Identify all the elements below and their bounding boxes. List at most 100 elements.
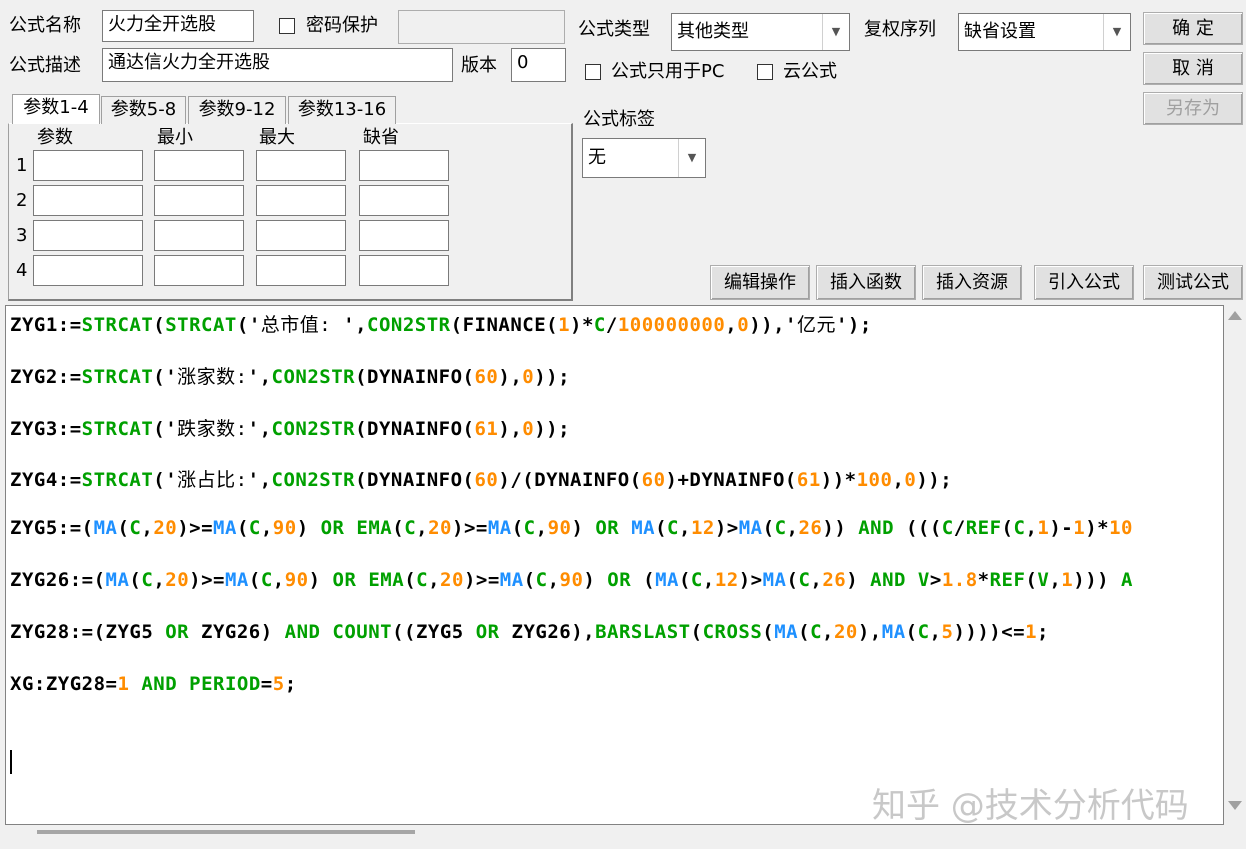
- code-token: (: [798, 620, 811, 643]
- tab-params-13-16[interactable]: 参数13-16: [288, 96, 396, 124]
- param-name-input[interactable]: [33, 255, 143, 286]
- code-token: 20: [153, 517, 178, 540]
- code-token: ,: [272, 569, 285, 591]
- tab-params-1-4[interactable]: 参数1-4: [12, 94, 100, 124]
- code-token: 1: [1061, 569, 1074, 591]
- rights-select[interactable]: 缺省设置 ▼: [958, 13, 1131, 51]
- code-token: ZYG3:=: [10, 417, 82, 440]
- code-token: 90: [284, 569, 309, 591]
- code-token: (': [153, 469, 178, 492]
- code-token: ),: [498, 365, 523, 388]
- version-input[interactable]: 0: [511, 48, 566, 82]
- code-token: ',: [343, 314, 368, 336]
- code-token: (': [153, 365, 178, 388]
- param-default-input[interactable]: [359, 185, 449, 216]
- formula-name-label: 公式名称: [9, 15, 81, 36]
- import-formula-button[interactable]: 引入公式: [1034, 265, 1134, 300]
- code-token: ZYG2:=: [10, 365, 82, 388]
- chevron-down-icon[interactable]: ▼: [822, 14, 849, 50]
- edit-ops-button[interactable]: 编辑操作: [710, 265, 810, 300]
- code-token: C: [523, 517, 536, 540]
- code-token: ZYG26),: [499, 620, 596, 643]
- param-max-input[interactable]: [256, 220, 346, 251]
- test-formula-button[interactable]: 测试公式: [1143, 265, 1243, 300]
- code-token: C: [798, 569, 811, 591]
- param-default-input[interactable]: [359, 150, 449, 181]
- save-as-button[interactable]: 另存为: [1143, 92, 1243, 125]
- code-token: 1: [558, 314, 571, 336]
- cancel-button[interactable]: 取 消: [1143, 52, 1243, 85]
- code-token: )>=: [463, 569, 500, 591]
- code-token: )+DYNAINFO(: [665, 469, 797, 492]
- code-token: ,: [260, 517, 273, 540]
- insert-function-button[interactable]: 插入函数: [816, 265, 916, 300]
- code-token: ): [571, 517, 596, 540]
- code-token: ): [583, 569, 608, 591]
- code-token: ',: [247, 417, 272, 440]
- param-max-input[interactable]: [256, 255, 346, 286]
- tag-select[interactable]: 无 ▼: [582, 138, 706, 178]
- code-token: MA: [631, 517, 656, 540]
- code-token: ,: [1049, 569, 1062, 591]
- scroll-down-arrow-icon[interactable]: [1228, 801, 1242, 810]
- code-token: )>: [714, 517, 739, 540]
- param-min-input[interactable]: [154, 220, 244, 251]
- code-token: 1: [1073, 517, 1086, 540]
- chevron-down-icon[interactable]: ▼: [1103, 14, 1130, 50]
- formula-name-input[interactable]: 火力全开选股: [102, 10, 254, 42]
- code-token: C: [416, 569, 429, 591]
- vertical-scrollbar[interactable]: [1224, 305, 1246, 825]
- param-name-input[interactable]: [33, 150, 143, 181]
- code-token: (DYNAINFO(: [355, 365, 475, 388]
- code-token: ,: [1025, 517, 1038, 540]
- password-input[interactable]: [398, 10, 565, 44]
- code-token: (: [236, 517, 249, 540]
- param-default-input[interactable]: [359, 255, 449, 286]
- ok-button[interactable]: 确 定: [1143, 12, 1243, 45]
- pc-only-checkbox[interactable]: [585, 64, 601, 80]
- param-header-default: 缺省: [363, 127, 399, 148]
- formula-code-editor[interactable]: ZYG1:=STRCAT(STRCAT('总市值: ',CON2STR(FINA…: [5, 305, 1224, 825]
- code-token: C: [667, 517, 679, 540]
- code-token: C: [774, 517, 787, 540]
- param-min-input[interactable]: [154, 150, 244, 181]
- code-token: ),: [857, 620, 882, 643]
- code-token: ;: [1037, 620, 1049, 643]
- code-token: 100: [856, 469, 893, 492]
- param-min-input[interactable]: [154, 185, 244, 216]
- code-token: C: [917, 620, 930, 643]
- rights-label: 复权序列: [864, 19, 936, 40]
- scroll-up-arrow-icon[interactable]: [1228, 311, 1242, 320]
- code-token: (: [404, 569, 417, 591]
- code-token: 90: [559, 569, 584, 591]
- code-token: C: [810, 620, 823, 643]
- chevron-down-icon[interactable]: ▼: [678, 139, 705, 177]
- code-line: ZYG3:=STRCAT('跌家数:',CON2STR(DYNAINFO(61)…: [10, 414, 570, 441]
- param-min-input[interactable]: [154, 255, 244, 286]
- text-cursor: [10, 750, 12, 774]
- param-default-input[interactable]: [359, 220, 449, 251]
- param-name-input[interactable]: [33, 185, 143, 216]
- code-token: )*: [570, 314, 594, 336]
- code-token: >: [929, 569, 942, 591]
- pc-only-label: 公式只用于PC: [611, 61, 725, 82]
- code-token: ): [308, 569, 333, 591]
- formula-type-select[interactable]: 其他类型 ▼: [671, 13, 850, 51]
- formula-desc-input[interactable]: 通达信火力全开选股: [102, 48, 453, 82]
- param-name-input[interactable]: [33, 220, 143, 251]
- code-token: MA: [655, 569, 679, 591]
- code-token: OR: [607, 569, 632, 591]
- password-checkbox[interactable]: [279, 18, 295, 34]
- cloud-checkbox[interactable]: [757, 64, 773, 80]
- tab-params-5-8[interactable]: 参数5-8: [101, 96, 186, 124]
- code-token: 1.8: [941, 569, 978, 591]
- code-token: OR: [320, 517, 345, 540]
- insert-resource-button[interactable]: 插入资源: [922, 265, 1022, 300]
- horizontal-scrollbar-thumb[interactable]: [37, 830, 415, 834]
- code-token: 20: [833, 620, 858, 643]
- param-max-input[interactable]: [256, 185, 346, 216]
- param-max-input[interactable]: [256, 150, 346, 181]
- code-token: ): [296, 517, 321, 540]
- tab-params-9-12[interactable]: 参数9-12: [188, 96, 286, 124]
